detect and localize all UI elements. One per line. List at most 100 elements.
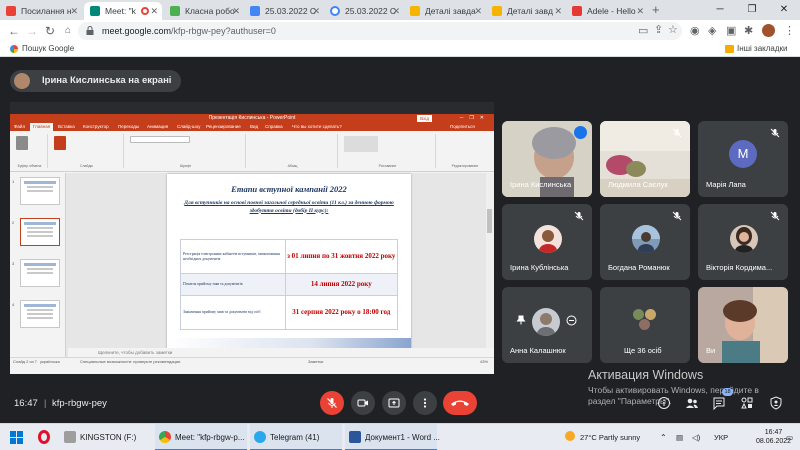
menu-icon[interactable]: ⋮ bbox=[784, 24, 795, 37]
leave-call-button[interactable] bbox=[443, 391, 477, 415]
participant-name: Ірина Кублінська bbox=[510, 263, 569, 272]
tab-youtube[interactable]: Adele - Hello ✕ bbox=[566, 2, 648, 20]
participant-tile[interactable]: Людмила Саєлук bbox=[600, 121, 690, 197]
bookmark-google-search[interactable]: Пошук Google bbox=[22, 42, 74, 56]
close-icon[interactable]: ✕ bbox=[474, 2, 482, 20]
ribbon-group-label: Редактирование bbox=[451, 164, 479, 168]
minimize-button[interactable]: ─ bbox=[704, 0, 736, 20]
participant-tile[interactable]: M Марія Лапа bbox=[698, 121, 788, 197]
tab-docs-1[interactable]: 25.03.2022 C ✕ bbox=[244, 2, 324, 20]
close-icon[interactable]: ✕ bbox=[392, 2, 400, 20]
participant-tile[interactable]: Богдана Романюк bbox=[600, 204, 690, 280]
host-controls-icon[interactable] bbox=[769, 396, 783, 410]
slide-thumbnail bbox=[20, 300, 60, 328]
meet-page: Ірина Кислинська на екрані Презентація К… bbox=[0, 58, 800, 423]
participant-name: Богдана Романюк bbox=[608, 263, 670, 272]
maximize-button[interactable]: ❐ bbox=[736, 0, 768, 20]
people-icon[interactable] bbox=[685, 396, 699, 410]
participant-tile[interactable]: Ще 36 осіб bbox=[600, 287, 690, 363]
close-icon[interactable]: ✕ bbox=[70, 2, 78, 20]
tab-docs-2[interactable]: 25.03.2022 C ✕ bbox=[324, 2, 404, 20]
notifications-icon[interactable]: ▭ bbox=[786, 424, 793, 450]
reload-icon[interactable]: ↻ bbox=[42, 23, 58, 39]
tab-label: Adele - Hello bbox=[587, 6, 636, 16]
close-icon[interactable]: ✕ bbox=[312, 2, 320, 20]
mic-toggle-button[interactable] bbox=[320, 391, 344, 415]
profile-avatar[interactable] bbox=[762, 24, 775, 37]
opera-icon[interactable] bbox=[38, 430, 50, 444]
tab-meet[interactable]: Meet: "k ✕ bbox=[84, 2, 162, 20]
pin-icon[interactable] bbox=[516, 315, 526, 325]
taskbar-item-kingston[interactable]: KINGSTON (F:) bbox=[80, 424, 136, 450]
camera-permission-icon[interactable]: ▭ bbox=[638, 24, 648, 37]
address-bar[interactable]: meet.google.com/kfp-rbgw-pey?authuser=0 … bbox=[78, 22, 682, 40]
slide-thumbnail bbox=[20, 177, 60, 205]
participant-tile[interactable]: Ірина Кублінська bbox=[502, 204, 592, 280]
ribbon-group-label: Абзац bbox=[287, 164, 298, 168]
tab-label: Посилання н bbox=[21, 6, 72, 16]
meeting-code[interactable]: kfp-rbgw-pey bbox=[52, 398, 107, 409]
present-screen-button[interactable] bbox=[382, 391, 406, 415]
home-icon[interactable]: ⌂ bbox=[60, 23, 76, 39]
volume-icon[interactable]: ◁) bbox=[692, 424, 700, 450]
ppt-ribbon-tabs: Файл Главная Вставка Конструктор Переход… bbox=[10, 123, 494, 131]
extension-icon[interactable]: ◈ bbox=[708, 24, 716, 37]
remove-icon[interactable] bbox=[566, 315, 577, 326]
puzzle-icon[interactable]: ✱ bbox=[744, 24, 753, 37]
close-icon[interactable]: ✕ bbox=[150, 2, 158, 20]
classroom-icon bbox=[170, 6, 180, 16]
mic-off-icon bbox=[672, 128, 682, 138]
info-icon[interactable] bbox=[657, 396, 671, 410]
activities-icon[interactable] bbox=[740, 396, 754, 410]
close-icon[interactable]: ✕ bbox=[554, 2, 562, 20]
close-icon[interactable]: ✕ bbox=[636, 2, 644, 20]
tab-classroom[interactable]: Класна робо ✕ bbox=[164, 2, 244, 20]
extension-icon[interactable]: ◉ bbox=[690, 24, 700, 37]
thumb-number: 2 bbox=[12, 220, 15, 225]
close-window-button[interactable]: ✕ bbox=[768, 0, 800, 20]
status-zoom: 43% bbox=[480, 359, 489, 364]
participant-name: Людмила Саєлук bbox=[608, 180, 668, 189]
windows-start-icon[interactable] bbox=[10, 431, 23, 444]
mic-off-icon bbox=[770, 128, 780, 138]
weather-text[interactable]: 27°C Partly sunny bbox=[580, 424, 640, 450]
new-tab-button[interactable]: + bbox=[652, 2, 660, 17]
powerpoint-window: Презентація Кислинська - PowerPoint Вхід… bbox=[10, 114, 494, 374]
bookmark-star-icon[interactable]: ☆ bbox=[668, 23, 678, 36]
participant-tile[interactable]: Ви bbox=[698, 287, 788, 363]
forward-icon[interactable]: → bbox=[24, 23, 40, 39]
ppt-status-bar: Слайд 2 из 7 українська Специальные возм… bbox=[10, 357, 494, 366]
participant-tile[interactable]: Анна Калашнюк bbox=[502, 287, 592, 363]
ribbon-group: Рисование bbox=[340, 134, 436, 168]
back-icon[interactable]: ← bbox=[6, 23, 22, 39]
chat-icon[interactable] bbox=[712, 396, 726, 410]
share-icon[interactable]: ⇪ bbox=[654, 23, 663, 36]
participant-name: Ще 36 осіб bbox=[624, 346, 662, 355]
extension-icon[interactable]: ▣ bbox=[726, 24, 736, 37]
activation-title: Активация Windows bbox=[588, 368, 704, 382]
thumb-number: 1 bbox=[12, 179, 15, 184]
weather-icon bbox=[565, 431, 575, 441]
tab-task-1[interactable]: Деталі завда ✕ bbox=[404, 2, 486, 20]
tab-task-2[interactable]: Деталі завд ✕ bbox=[486, 2, 566, 20]
tray-chevron-icon[interactable]: ⌃ bbox=[660, 424, 667, 450]
participant-tile[interactable]: Вікторія Кордима... bbox=[698, 204, 788, 280]
input-language[interactable]: УКР bbox=[714, 424, 728, 450]
taskbar-item-chrome[interactable]: Meet: "kfp-rbgw-p... bbox=[155, 424, 247, 450]
avatar bbox=[14, 73, 30, 89]
table-cell-value: 31 серпня 2022 року о 18:00 год bbox=[284, 295, 399, 330]
participant-name: Вікторія Кордима... bbox=[706, 263, 773, 272]
participant-name: Анна Калашнюк bbox=[510, 346, 566, 355]
ppt-window-title: Презентація Кислинська - PowerPoint bbox=[208, 115, 296, 121]
other-bookmarks[interactable]: Інші закладки bbox=[737, 42, 788, 56]
tab-gmail[interactable]: Посилання н ✕ bbox=[0, 2, 82, 20]
camera-toggle-button[interactable] bbox=[351, 391, 375, 415]
network-icon[interactable]: ▤ bbox=[676, 424, 683, 450]
close-icon[interactable]: ✕ bbox=[232, 2, 240, 20]
taskbar-item-telegram[interactable]: Telegram (41) bbox=[250, 424, 342, 450]
more-options-button[interactable] bbox=[413, 391, 437, 415]
taskbar-item-word[interactable]: Документ1 - Word ... bbox=[345, 424, 440, 450]
new-slide-icon bbox=[54, 136, 66, 150]
slide-title: Етапи вступної кампанії 2022 bbox=[231, 184, 347, 194]
participant-tile[interactable]: Ірина Кислинська bbox=[502, 121, 592, 197]
